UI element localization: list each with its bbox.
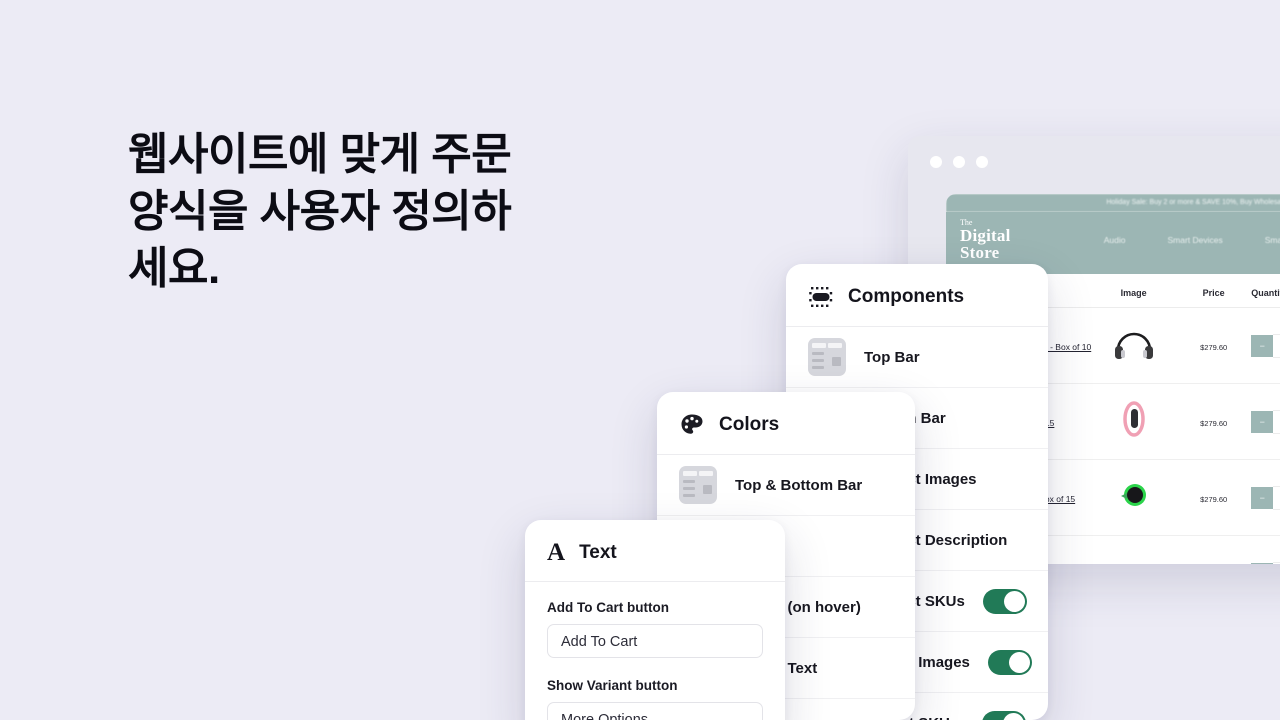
text-format-icon: A	[547, 539, 566, 566]
close-dot[interactable]	[930, 156, 942, 168]
logo-line-3: Store	[960, 243, 1000, 263]
text-panel: A Text Add To Cart button Add To Cart Sh…	[525, 520, 785, 720]
color-label: Top & Bottom Bar	[735, 476, 863, 494]
column-header-image: Image	[1120, 288, 1147, 298]
quantity-stepper[interactable]: −	[1251, 561, 1280, 564]
colors-panel-header: Colors	[657, 392, 915, 454]
show-variant-input[interactable]: More Options	[547, 702, 763, 720]
product-skus-toggle[interactable]	[982, 588, 1027, 614]
top-bar-thumb	[808, 338, 846, 376]
nav-item-smart-devices-1[interactable]: Smart Devices	[1167, 235, 1222, 245]
top-bottom-bar-thumb	[679, 466, 717, 504]
text-panel-header: A Text	[525, 520, 785, 581]
product-price: $279.60	[1200, 494, 1228, 504]
show-variant-label: Show Variant button	[547, 678, 678, 693]
quantity-input[interactable]	[1273, 409, 1280, 434]
column-header-quantity: Quantity	[1251, 288, 1280, 298]
store-logo[interactable]: The Digital Store	[960, 218, 1011, 263]
outdoor-speaker-image	[1091, 559, 1176, 564]
quantity-input[interactable]	[1273, 561, 1280, 564]
quantity-input[interactable]	[1273, 485, 1280, 510]
variant-skus-toggle[interactable]	[982, 710, 1026, 720]
product-price: $279.60	[1200, 342, 1228, 352]
add-to-cart-label: Add To Cart button	[547, 600, 669, 615]
colors-panel-title: Colors	[719, 414, 780, 435]
component-label: Top Bar	[864, 348, 920, 366]
quantity-input[interactable]	[1273, 333, 1280, 358]
window-traffic-lights	[908, 136, 1280, 168]
quantity-decrease-button[interactable]: −	[1251, 562, 1274, 564]
quantity-stepper[interactable]: −	[1251, 409, 1280, 434]
portable-speaker-image	[1091, 480, 1176, 515]
components-panel-header: Components	[786, 264, 1048, 326]
promo-banner: Holiday Sale: Buy 2 or more & SAVE 10%, …	[946, 194, 1280, 212]
components-panel-title: Components	[848, 286, 965, 307]
quantity-stepper[interactable]: −	[1251, 333, 1280, 358]
text-panel-title: Text	[579, 541, 617, 563]
product-price: $279.60	[1200, 418, 1228, 428]
component-icon	[809, 287, 833, 307]
screenshot-stage: 웹사이트에 맞게 주문 양식을 사용자 정의하 세요. Holiday Sale…	[0, 0, 1280, 720]
color-row-top-bottom-bar[interactable]: Top & Bottom Bar	[657, 455, 915, 516]
minimize-dot[interactable]	[953, 156, 965, 168]
logo-line-2: Digital	[960, 225, 1011, 245]
component-row-top-bar[interactable]: Top Bar	[786, 327, 1048, 388]
store-nav: Audio Smart Devices Smart Devices	[1104, 235, 1280, 245]
maximize-dot[interactable]	[976, 156, 988, 168]
quantity-decrease-button[interactable]: −	[1251, 334, 1274, 357]
nav-item-smart-devices-2[interactable]: Smart Devices	[1265, 235, 1280, 245]
column-header-price: Price	[1202, 288, 1225, 298]
headphones-image	[1091, 326, 1176, 365]
variant-images-toggle[interactable]	[987, 649, 1032, 675]
nav-item-audio[interactable]: Audio	[1104, 235, 1126, 245]
quantity-stepper[interactable]: −	[1251, 485, 1280, 510]
palette-icon	[681, 414, 703, 434]
quantity-decrease-button[interactable]: −	[1251, 486, 1274, 509]
page-headline: 웹사이트에 맞게 주문 양식을 사용자 정의하 세요.	[128, 130, 512, 294]
add-to-cart-input[interactable]: Add To Cart	[547, 624, 763, 658]
smart-band-image	[1091, 401, 1176, 442]
quantity-decrease-button[interactable]: −	[1251, 410, 1274, 433]
